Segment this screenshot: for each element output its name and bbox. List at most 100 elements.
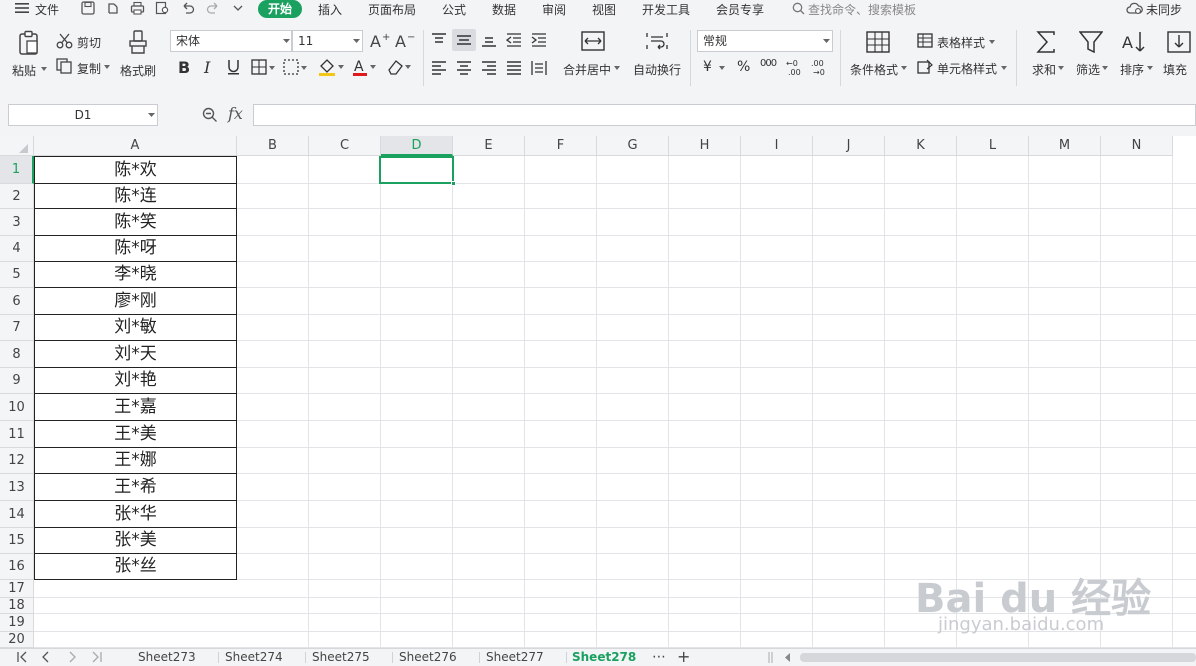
column-header-n[interactable]: N (1101, 136, 1173, 156)
row-header-4[interactable]: 4 (0, 236, 34, 262)
row-header-19[interactable]: 19 (0, 614, 34, 632)
tab-data[interactable]: 数据 (492, 1, 516, 18)
filter-dropdown-icon[interactable] (1102, 66, 1108, 70)
copy-dropdown-icon[interactable] (104, 65, 110, 69)
column-header-m[interactable]: M (1029, 136, 1101, 156)
cell-a6[interactable]: 廖*刚 (34, 288, 237, 315)
paste-button[interactable]: 粘贴 (12, 62, 36, 79)
filter-button[interactable]: 筛选 (1076, 61, 1100, 78)
cut-button[interactable]: 剪切 (77, 34, 101, 51)
row-header-9[interactable]: 9 (0, 368, 34, 394)
bold-icon[interactable]: B (177, 59, 191, 75)
selected-cell[interactable] (379, 156, 456, 186)
cell-a16[interactable]: 张*丝 (34, 554, 237, 580)
conditional-format-icon[interactable] (866, 31, 890, 53)
row-header-2[interactable]: 2 (0, 184, 34, 209)
name-box[interactable]: D1 (8, 104, 158, 126)
underline-icon[interactable] (226, 58, 241, 76)
fill-handle[interactable] (451, 181, 456, 186)
column-header-c[interactable]: C (309, 136, 381, 156)
undo-icon[interactable] (181, 1, 195, 15)
formula-input[interactable] (253, 104, 1196, 126)
scroll-divider-icon[interactable] (768, 652, 774, 663)
number-format-select[interactable]: 常规 (697, 30, 833, 52)
row-header-15[interactable]: 15 (0, 528, 34, 554)
currency-button[interactable]: ¥ (703, 59, 712, 75)
name-box-dropdown-icon[interactable] (148, 113, 155, 117)
cell-a13[interactable]: 王*希 (34, 474, 237, 501)
font-name-dropdown-icon[interactable] (283, 39, 290, 43)
file-menu[interactable]: 文件 (35, 1, 59, 18)
column-header-g[interactable]: G (597, 136, 669, 156)
copy-icon[interactable] (56, 58, 72, 74)
italic-icon[interactable]: I (203, 59, 215, 75)
merge-dropdown-icon[interactable] (614, 66, 620, 70)
zoom-icon[interactable] (202, 107, 218, 123)
cell-a14[interactable]: 张*华 (34, 501, 237, 528)
percent-button[interactable]: % (737, 59, 750, 75)
column-header-f[interactable]: F (525, 136, 597, 156)
cell-a1[interactable]: 陈*欢 (34, 156, 237, 184)
cell-style-dropdown-icon[interactable] (1001, 66, 1007, 70)
column-header-h[interactable]: H (669, 136, 741, 156)
wrap-text-icon[interactable] (646, 31, 668, 51)
increase-indent-icon[interactable] (531, 33, 547, 47)
cell-a5[interactable]: 李*晓 (34, 262, 237, 288)
search-icon[interactable] (792, 2, 805, 15)
align-center-icon[interactable] (456, 61, 472, 75)
distributed-align-icon[interactable] (531, 60, 547, 76)
font-color-icon[interactable]: A (352, 58, 378, 76)
paste-icon[interactable] (17, 30, 41, 56)
row-header-13[interactable]: 13 (0, 474, 34, 501)
sheet-tab-sheet277[interactable]: Sheet277 (486, 650, 544, 664)
prev-sheet-icon[interactable] (40, 651, 52, 663)
conditional-format-button[interactable]: 条件格式 (850, 61, 898, 78)
insert-function-button[interactable]: fx (228, 104, 243, 123)
row-header-7[interactable]: 7 (0, 315, 34, 341)
column-header-i[interactable]: I (741, 136, 813, 156)
row-header-17[interactable]: 17 (0, 580, 34, 598)
format-painter-button[interactable]: 格式刷 (120, 62, 156, 79)
column-header-d[interactable]: D (381, 136, 453, 156)
sheet-tab-sheet275[interactable]: Sheet275 (312, 650, 370, 664)
currency-dropdown-icon[interactable] (719, 66, 725, 70)
align-left-icon[interactable] (431, 61, 447, 75)
justify-icon[interactable] (506, 61, 522, 75)
decrease-decimal-icon[interactable]: .00 →0 (811, 58, 831, 76)
number-format-dropdown-icon[interactable] (823, 39, 830, 43)
cell-a10[interactable]: 王*嘉 (34, 394, 237, 421)
tab-review[interactable]: 审阅 (542, 1, 566, 18)
cell-a7[interactable]: 刘*敏 (34, 315, 237, 341)
increase-decimal-icon[interactable]: ←0.00 (786, 58, 806, 76)
merge-center-button[interactable]: 合并居中 (563, 61, 611, 78)
fill-button[interactable]: 填充 (1163, 61, 1187, 78)
row-header-14[interactable]: 14 (0, 501, 34, 528)
cell-a2[interactable]: 陈*连 (34, 184, 237, 209)
paste-dropdown-icon[interactable] (41, 67, 47, 71)
merge-center-icon[interactable] (581, 31, 605, 51)
cell-a15[interactable]: 张*美 (34, 528, 237, 554)
command-search-input[interactable]: 查找命令、搜索模板 (808, 1, 916, 18)
sort-button[interactable]: 排序 (1120, 61, 1144, 78)
column-header-a[interactable]: A (34, 136, 237, 156)
font-name-select[interactable]: 宋体 (170, 30, 292, 52)
cell-a8[interactable]: 刘*天 (34, 341, 237, 368)
row-header-5[interactable]: 5 (0, 262, 34, 288)
sheet-tab-sheet273[interactable]: Sheet273 (138, 650, 196, 664)
row-header-20[interactable]: 20 (0, 632, 34, 648)
tab-formulas[interactable]: 公式 (442, 1, 466, 18)
next-sheet-icon[interactable] (66, 651, 78, 663)
row-header-12[interactable]: 12 (0, 448, 34, 474)
table-style-icon[interactable] (917, 33, 933, 48)
cloud-sync-icon[interactable] (1126, 2, 1143, 15)
tab-view[interactable]: 视图 (592, 1, 616, 18)
redo-icon[interactable] (206, 1, 220, 15)
sort-dropdown-icon[interactable] (1147, 66, 1153, 70)
cell-a3[interactable]: 陈*笑 (34, 209, 237, 236)
sync-status[interactable]: 未同步 (1146, 1, 1182, 18)
column-header-j[interactable]: J (813, 136, 885, 156)
tab-member[interactable]: 会员专享 (716, 1, 764, 18)
row-header-3[interactable]: 3 (0, 209, 34, 236)
more-sheets-button[interactable]: ⋯ (652, 649, 666, 665)
cell-a12[interactable]: 王*娜 (34, 448, 237, 474)
